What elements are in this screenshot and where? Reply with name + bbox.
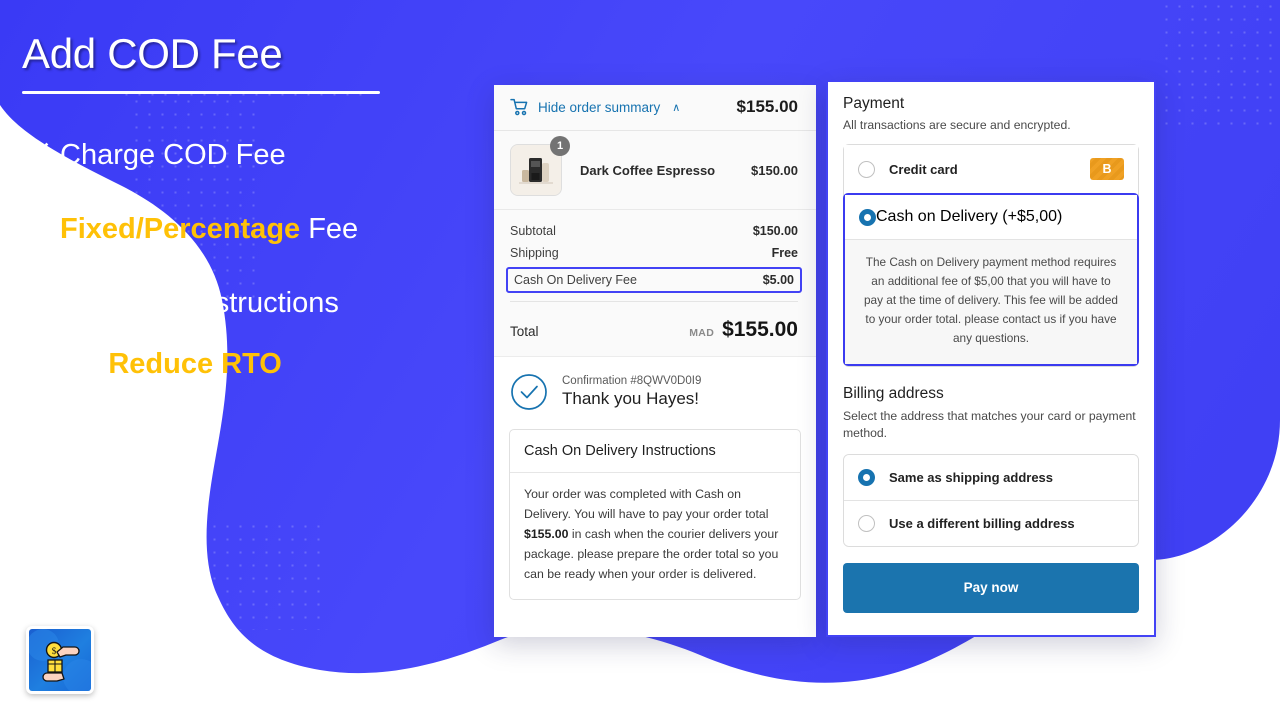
grand-total-label: Total [510,324,539,339]
payment-panel-inner: Payment All transactions are secure and … [828,82,1154,627]
payment-method-credit-card[interactable]: Credit card B [844,145,1138,193]
billing-section-title: Billing address [843,384,944,402]
cod-instructions-amount: $155.00 [524,526,569,541]
payment-section-subtitle: All transactions are secure and encrypte… [843,118,1071,132]
billing-option-different-address[interactable]: Use a different billing address [844,499,1138,546]
radio-same-as-shipping[interactable] [858,468,875,486]
svg-text:$: $ [52,646,57,656]
feature-item-fixed-percentage-fee: Fixed/Percentage Fee [20,206,460,253]
cod-app-logo-icon: $ [29,629,91,691]
feature-item-add-cod-instructions: Add COD instructions [20,280,460,327]
feature-item-charge-cod-fee: Charge COD Fee [20,132,460,179]
radio-cash-on-delivery[interactable] [859,208,876,226]
feature-item-reduce-rto: & Reduce RTO [75,348,460,381]
line-item: 1 Dark Coffee Espresso $150.00 [494,131,816,210]
cod-fee-note: The Cash on Delivery payment method requ… [845,240,1137,364]
payment-method-cod[interactable]: Cash on Delivery (+$5,00) The Cash on De… [843,193,1139,366]
feature-highlight: Fixed/Percentage [60,213,301,245]
feature-list: Charge COD Fee Fixed/Percentage Fee Add … [20,132,460,381]
cod-app-logo: $ [26,626,94,694]
payment-method-list: Credit card B Cash on Delivery (+$5,00) … [843,144,1139,367]
dot-pattern-bottom-left [0,390,120,460]
order-summary-toggle[interactable]: Hide order summary ∧ [510,98,680,116]
subtotal-value: $150.00 [752,224,798,238]
billing-option-different-label: Use a different billing address [889,515,1075,531]
pay-now-button[interactable]: Pay now [843,562,1139,613]
promo-screenshot: Add COD Fee Charge COD Fee Fixed/Percent… [0,0,1280,720]
order-summary-header[interactable]: Hide order summary ∧ $155.00 [494,85,816,131]
line-item-price: $150.00 [751,162,798,178]
payment-method-credit-card-label: Credit card [889,161,958,177]
billing-address-options: Same as shipping address Use a different… [843,453,1139,547]
shipping-label: Shipping [510,246,559,260]
confirmation-block: Confirmation #8QWV0D0I9 Thank you Hayes! [494,356,816,425]
ampersand-label: & [75,348,95,380]
radio-credit-card[interactable] [858,160,875,178]
feature-label: Fixed/Percentage Fee [60,213,359,245]
cod-instructions-part1: Your order was completed with Cash on De… [524,487,769,521]
grand-total-currency: MAD [689,327,715,339]
confirmation-number: Confirmation #8QWV0D0I9 [562,375,702,387]
feature-label: Charge COD Fee [60,139,286,171]
totals-divider [510,301,798,302]
cod-instructions-card: Cash On Delivery Instructions Your order… [509,429,801,600]
cod-fee-label: Cash On Delivery Fee [514,273,637,287]
payment-panel: Payment All transactions are secure and … [826,80,1156,637]
cod-instructions-title: Cash On Delivery Instructions [510,430,800,473]
grand-total-value-group: MAD $155.00 [689,318,798,342]
order-summary-section: Hide order summary ∧ $155.00 1 Dark Coff… [494,85,816,356]
line-item-thumbnail-wrap: 1 [510,136,570,196]
thank-you-message: Thank you Hayes! [562,389,700,408]
check-circle-icon [510,373,548,411]
subtotal-row: Subtotal $150.00 [510,220,798,242]
checkbox-checked-icon [20,216,49,243]
grand-total-value: $155.00 [722,318,798,341]
line-item-name: Dark Coffee Espresso [580,162,716,178]
cod-fee-row: Cash On Delivery Fee $5.00 [506,267,802,293]
payment-method-cod-label: Cash on Delivery (+$5,00) [876,208,1063,225]
reduce-rto-highlight: Reduce RTO [108,348,282,380]
bogus-gateway-badge: B [1090,158,1124,180]
cod-instructions-body: Your order was completed with Cash on De… [510,473,800,599]
order-summary-total: $155.00 [736,97,798,116]
order-summary-panel: Hide order summary ∧ $155.00 1 Dark Coff… [494,85,816,637]
subtotal-label: Subtotal [510,224,556,238]
payment-method-cod-header[interactable]: Cash on Delivery (+$5,00) [845,195,1137,240]
checkbox-checked-icon [20,290,49,317]
grand-total-row: Total MAD $155.00 [494,307,816,356]
order-totals: Subtotal $150.00 Shipping Free Cash On D… [494,210,816,307]
billing-option-same-label: Same as shipping address [889,469,1054,485]
chevron-up-icon: ∧ [672,101,681,114]
billing-option-same-as-shipping[interactable]: Same as shipping address [844,454,1138,500]
shopping-cart-icon [510,98,529,116]
confirmation-text-group: Confirmation #8QWV0D0I9 Thank you Hayes! [562,375,701,409]
checkbox-checked-icon [20,142,49,169]
payment-section-title: Payment [843,95,905,112]
page-title: Add COD Fee [22,30,283,77]
radio-different-billing[interactable] [858,514,875,532]
cod-fee-value: $5.00 [762,273,794,287]
title-underline [22,91,380,94]
billing-section-subtitle: Select the address that matches your car… [843,408,1136,441]
feature-label: Add COD instructions [60,287,339,319]
line-item-quantity-badge: 1 [550,136,570,156]
shipping-value: Free [771,246,798,260]
shipping-row: Shipping Free [510,242,798,264]
hide-order-summary-label[interactable]: Hide order summary [538,100,660,115]
